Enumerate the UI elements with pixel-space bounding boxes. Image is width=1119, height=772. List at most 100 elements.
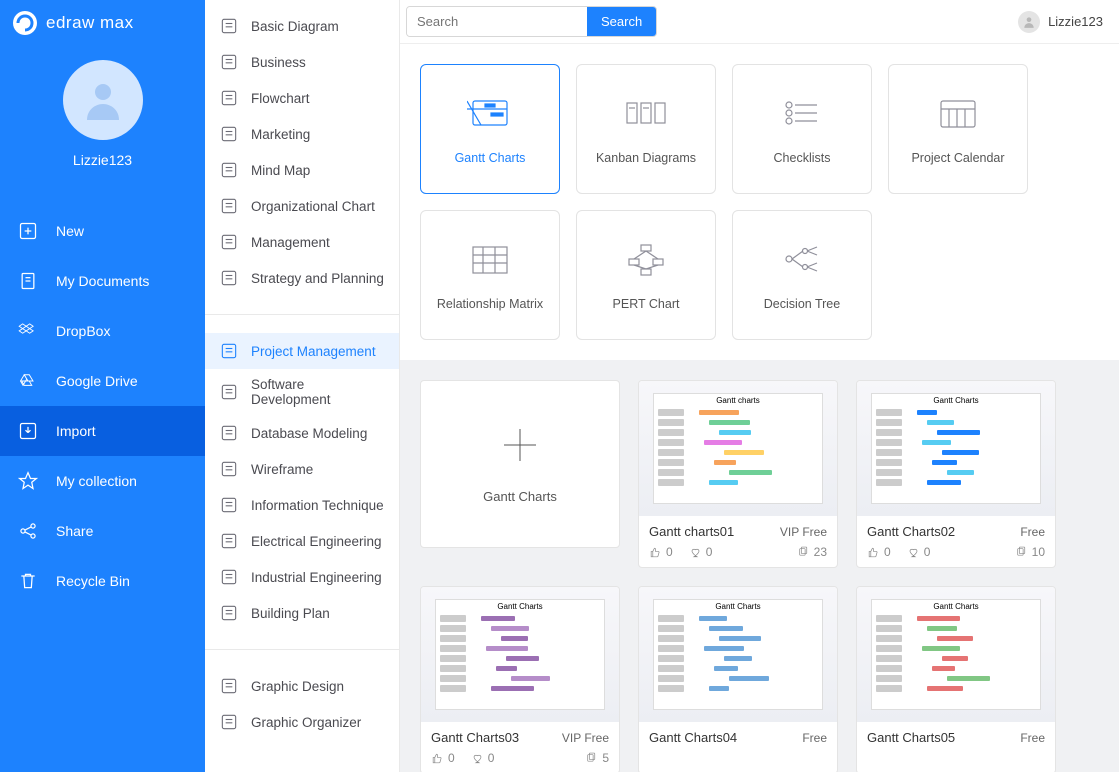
template-stats: 0010	[867, 539, 1045, 559]
category-management[interactable]: Management	[205, 224, 399, 260]
template-thumb: Gantt Charts	[857, 381, 1055, 516]
type-label: Relationship Matrix	[431, 297, 549, 311]
type-icon	[779, 93, 825, 133]
category-icon	[219, 268, 239, 288]
template-grid: Gantt ChartsGantt chartsGantt charts01VI…	[420, 380, 1099, 772]
copy-icon	[585, 752, 598, 765]
template-thumb: Gantt Charts	[857, 587, 1055, 722]
type-label: Project Calendar	[905, 151, 1010, 165]
category-software-development[interactable]: Software Development	[205, 369, 399, 415]
category-label: Wireframe	[251, 462, 313, 477]
template-title: Gantt Charts04	[649, 730, 737, 745]
type-card-kanban-diagrams[interactable]: Kanban Diagrams	[576, 64, 716, 194]
category-label: Marketing	[251, 127, 310, 142]
user-mini[interactable]: Lizzie123	[1018, 11, 1103, 33]
category-icon	[219, 459, 239, 479]
type-card-relationship-matrix[interactable]: Relationship Matrix	[420, 210, 560, 340]
category-database-modeling[interactable]: Database Modeling	[205, 415, 399, 451]
template-card[interactable]: Gantt ChartsGantt Charts03VIP Free005	[420, 586, 620, 772]
template-badge: VIP Free	[780, 525, 827, 539]
type-card-gantt-charts[interactable]: Gantt Charts	[420, 64, 560, 194]
type-card-decision-tree[interactable]: Decision Tree	[732, 210, 872, 340]
template-info: Gantt charts01VIP Free0023	[639, 516, 837, 567]
category-industrial-engineering[interactable]: Industrial Engineering	[205, 559, 399, 595]
category-electrical-engineering[interactable]: Electrical Engineering	[205, 523, 399, 559]
search-input[interactable]	[407, 7, 587, 36]
category-business[interactable]: Business	[205, 44, 399, 80]
nav-item-import[interactable]: Import	[0, 406, 205, 456]
template-card[interactable]: Gantt chartsGantt charts01VIP Free0023	[638, 380, 838, 568]
type-icon	[779, 239, 825, 279]
category-basic-diagram[interactable]: Basic Diagram	[205, 8, 399, 44]
category-wireframe[interactable]: Wireframe	[205, 451, 399, 487]
type-card-project-calendar[interactable]: Project Calendar	[888, 64, 1028, 194]
search-button[interactable]: Search	[587, 7, 656, 36]
search-box: Search	[406, 6, 657, 37]
nav-label: Google Drive	[56, 373, 138, 389]
category-information-technique[interactable]: Information Technique	[205, 487, 399, 523]
category-graphic-design[interactable]: Graphic Design	[205, 668, 399, 704]
like-icon	[431, 752, 444, 765]
nav-item-my-collection[interactable]: My collection	[0, 456, 205, 506]
nav-label: Recycle Bin	[56, 573, 130, 589]
category-organizational-chart[interactable]: Organizational Chart	[205, 188, 399, 224]
type-icon	[935, 93, 981, 133]
avatar[interactable]	[63, 60, 143, 140]
nav-item-my-documents[interactable]: My Documents	[0, 256, 205, 306]
nav-label: New	[56, 223, 84, 239]
category-marketing[interactable]: Marketing	[205, 116, 399, 152]
copy-count: 5	[585, 751, 609, 765]
nav-item-dropbox[interactable]: DropBox	[0, 306, 205, 356]
type-card-pert-chart[interactable]: PERT Chart	[576, 210, 716, 340]
nav-item-recycle-bin[interactable]: Recycle Bin	[0, 556, 205, 606]
category-building-plan[interactable]: Building Plan	[205, 595, 399, 631]
nav-item-share[interactable]: Share	[0, 506, 205, 556]
template-info: Gantt Charts05Free	[857, 722, 1055, 753]
category-flowchart[interactable]: Flowchart	[205, 80, 399, 116]
category-label: Mind Map	[251, 163, 310, 178]
profile: Lizzie123	[0, 46, 205, 186]
type-icon	[467, 239, 513, 279]
new-template-card[interactable]: Gantt Charts	[420, 380, 620, 548]
category-label: Management	[251, 235, 330, 250]
category-icon	[219, 160, 239, 180]
type-label: PERT Chart	[607, 297, 686, 311]
template-stats: 0023	[649, 539, 827, 559]
template-card[interactable]: Gantt ChartsGantt Charts04Free	[638, 586, 838, 772]
nav-label: Share	[56, 523, 93, 539]
nav-label: My collection	[56, 473, 137, 489]
category-icon	[219, 232, 239, 252]
template-card[interactable]: Gantt ChartsGantt Charts05Free	[856, 586, 1056, 772]
template-title: Gantt charts01	[649, 524, 734, 539]
copy-icon	[797, 546, 810, 559]
heart-icon	[689, 546, 702, 559]
category-label: Information Technique	[251, 498, 384, 513]
category-project-management[interactable]: Project Management	[205, 333, 399, 369]
category-icon	[219, 712, 239, 732]
logo: edraw max	[0, 0, 205, 46]
category-label: Project Management	[251, 344, 376, 359]
type-card-checklists[interactable]: Checklists	[732, 64, 872, 194]
category-label: Database Modeling	[251, 426, 367, 441]
topbar: Search Lizzie123	[400, 0, 1119, 44]
category-label: Flowchart	[251, 91, 310, 106]
category-graphic-organizer[interactable]: Graphic Organizer	[205, 704, 399, 740]
type-label: Decision Tree	[758, 297, 846, 311]
category-mind-map[interactable]: Mind Map	[205, 152, 399, 188]
category-icon	[219, 423, 239, 443]
heart-icon	[471, 752, 484, 765]
fav-count: 0	[689, 545, 713, 559]
content-scroll[interactable]: Gantt ChartsKanban DiagramsChecklistsPro…	[400, 44, 1119, 772]
template-card[interactable]: Gantt ChartsGantt Charts02Free0010	[856, 380, 1056, 568]
like-count: 0	[649, 545, 673, 559]
type-icon	[623, 239, 669, 279]
import-icon	[18, 421, 38, 441]
divider	[205, 649, 399, 650]
type-icon	[467, 93, 513, 133]
category-strategy-and-planning[interactable]: Strategy and Planning	[205, 260, 399, 296]
nav-item-google-drive[interactable]: Google Drive	[0, 356, 205, 406]
divider	[205, 314, 399, 315]
document-icon	[18, 271, 38, 291]
nav-item-new[interactable]: New	[0, 206, 205, 256]
category-label: Organizational Chart	[251, 199, 375, 214]
